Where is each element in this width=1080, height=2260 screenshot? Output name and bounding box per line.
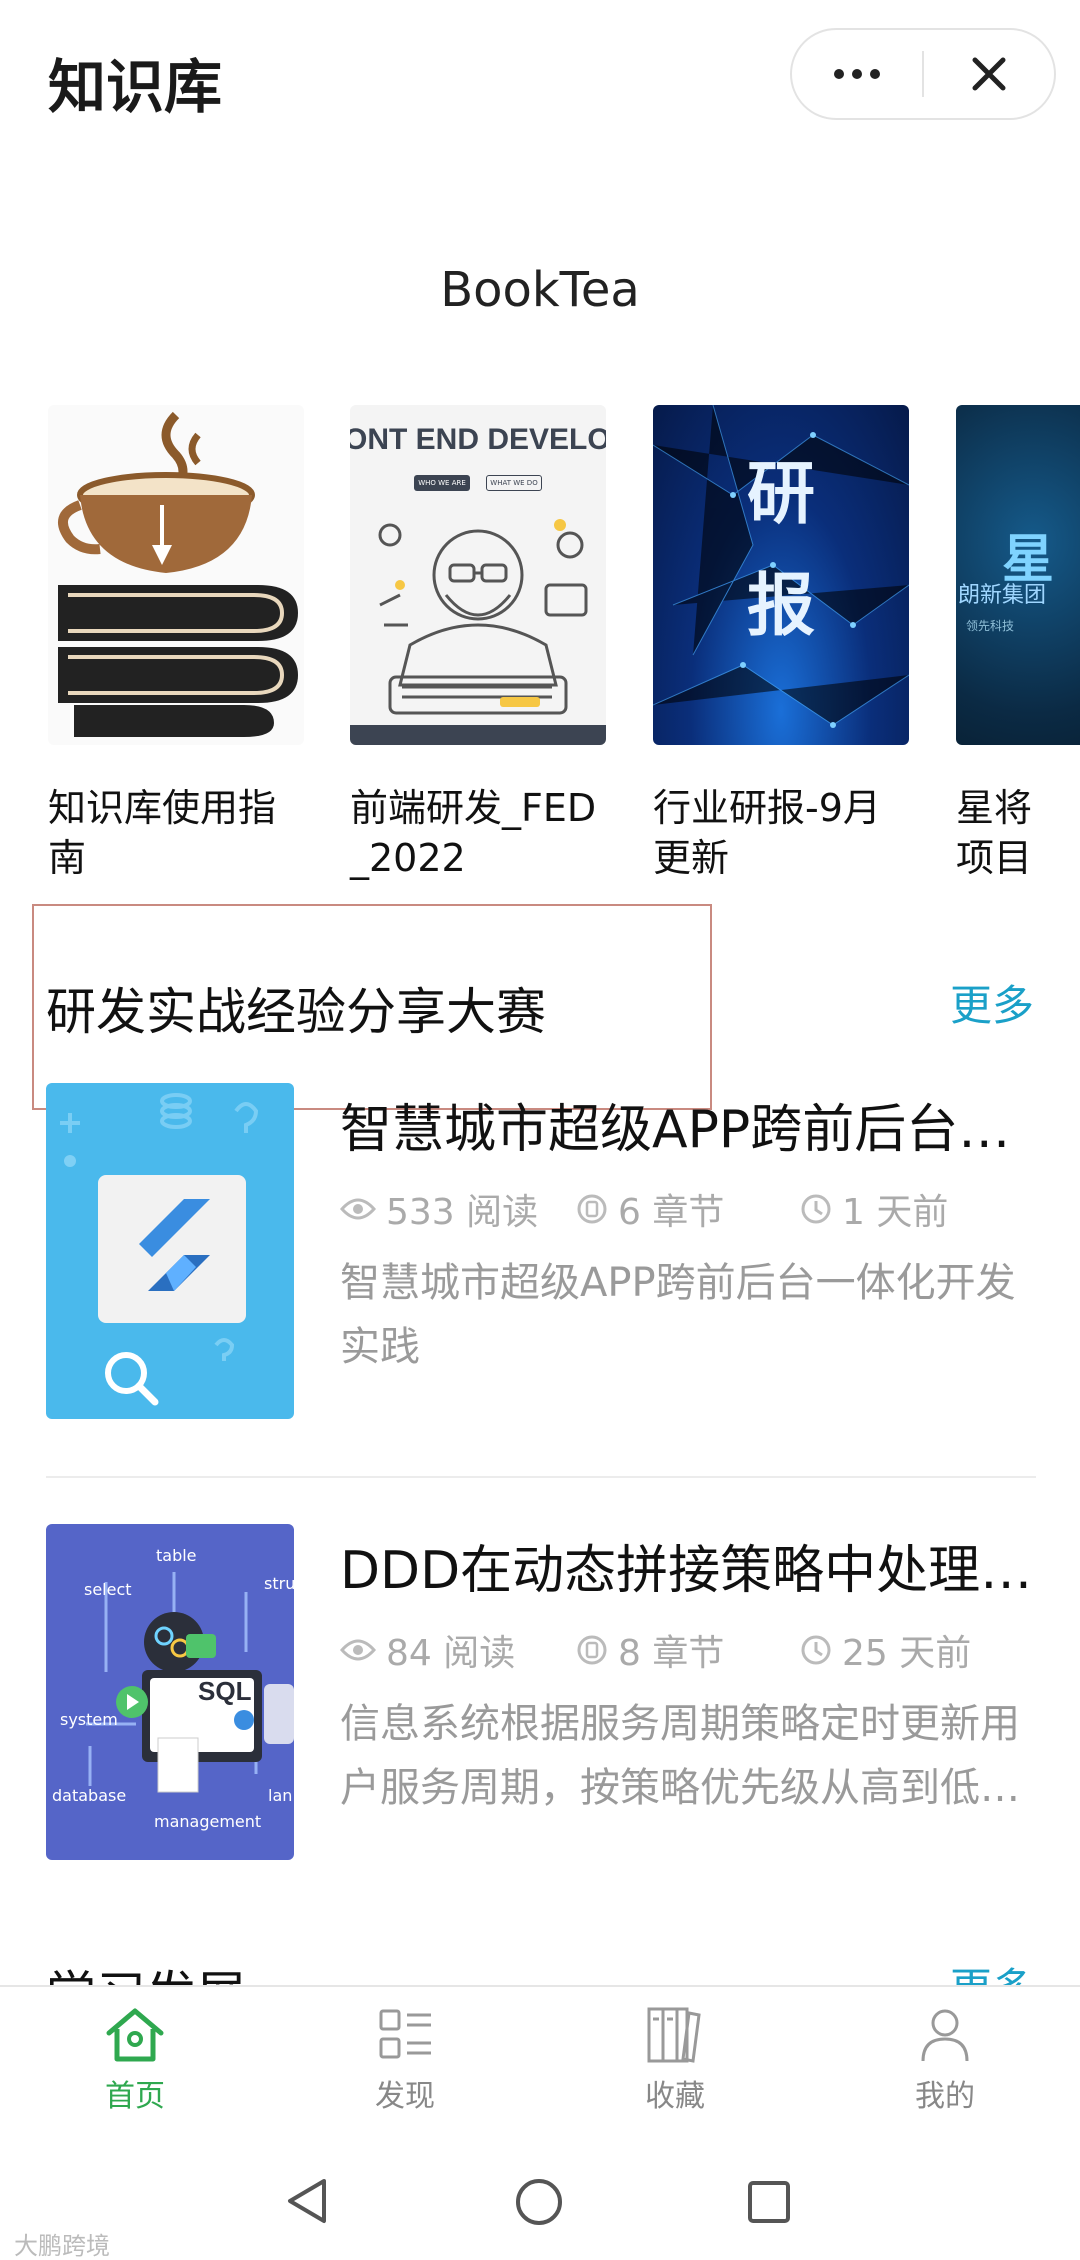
thumb-word: database [52,1786,127,1805]
article-thumbnail: table select stru system SQL database la… [46,1524,294,1860]
book-title: 知识库使用指南 [48,786,277,880]
read-count: 84 阅读 [340,1624,515,1676]
tab-home[interactable]: 首页 [0,1997,270,2127]
book-cover: 研报 [653,405,909,745]
publish-time: 1 天前 [800,1183,948,1235]
article-meta: 84 阅读 8 章节 25 天前 [340,1624,1040,1674]
brand-name: BookTea [440,262,640,318]
book-card[interactable]: 星 朗新集团 领先科技 星将项目 [956,405,1080,883]
thumb-word: SQL [198,1676,252,1706]
cover-small-text: 领先科技 [966,619,1015,633]
read-count: 533 阅读 [340,1183,538,1235]
home-circle-icon[interactable] [514,2177,564,2227]
watermark: 大鹏跨境 [14,2232,110,2260]
next-section-more-link[interactable]: 更多 [950,1955,1034,1987]
book-cover [48,405,304,745]
book-title: 前端研发_FED_2022 [350,786,597,880]
thumb-word: lan [268,1786,293,1805]
chapter-icon [577,1635,607,1665]
chapter-count-text: 6 章节 [618,1192,725,1233]
chapter-icon [577,1194,607,1224]
section-more-link[interactable]: 更多 [950,972,1034,1033]
thumb-word: stru [264,1574,294,1593]
book-cover: 星 朗新集团 领先科技 [956,405,1080,745]
article-title: 智慧城市超级APP跨前后台一体化开发实践 [340,1100,1040,1160]
publish-time: 25 天前 [800,1624,971,1676]
home-icon [106,2008,164,2062]
page: 知识库 BookTea 知识库使用指南 ONT END DEVELO WHO W… [0,0,1080,2260]
teacup-books-logo [58,411,298,737]
tab-mine[interactable]: 我的 [810,1997,1080,2127]
page-title: 知识库 [48,53,223,121]
recents-icon[interactable] [746,2179,792,2225]
tab-label: 首页 [105,2079,165,2114]
bottom-tab-bar: 首页 发现 收藏 我的 [0,1985,1080,2135]
sql-database-illustration [86,1572,294,1793]
clock-icon [801,1635,831,1665]
tab-label: 收藏 [645,2079,705,2114]
close-button[interactable] [924,30,1054,118]
chapter-count: 6 章节 [576,1183,724,1235]
publish-time-text: 1 天前 [842,1192,949,1233]
book-title: 星将项目 [956,786,1033,880]
thumb-word: system [60,1710,118,1729]
article-description: 智慧城市超级APP跨前后台一体化开发实践 [340,1260,1016,1370]
read-count-text: 84 阅读 [386,1633,516,1674]
books-icon [647,2007,701,2063]
book-card[interactable]: ONT END DEVELOPM WHO WE ARE WHAT WE DO [350,405,606,883]
annotation-box [32,904,712,1110]
cover-text: 研报 [746,455,815,646]
more-dots-icon [834,69,880,79]
chapter-count-text: 8 章节 [618,1633,725,1674]
user-icon [921,2009,969,2062]
more-options-button[interactable] [792,30,922,118]
tab-label: 我的 [915,2079,975,2114]
tab-discover[interactable]: 发现 [270,1997,540,2127]
book-cover: ONT END DEVELOPM WHO WE ARE WHAT WE DO [350,405,606,745]
book-card[interactable]: 知识库使用指南 [48,405,304,883]
system-navigation-bar [0,2135,1080,2260]
article-meta: 533 阅读 6 章节 1 天前 [340,1183,1040,1233]
thumb-word: management [154,1812,262,1831]
miniapp-capsule [790,28,1056,120]
article-thumbnail [46,1083,294,1419]
book-title: 行业研报-9月更新 [653,786,881,880]
book-carousel[interactable]: 知识库使用指南 ONT END DEVELOPM WHO WE ARE WHAT… [0,405,1080,885]
top-bar: 知识库 [0,0,1080,150]
close-icon [972,57,1006,91]
article-description: 信息系统根据服务周期策略定时更新用户服务周期，按策略优先级从高到低依次处理 [340,1701,1020,1811]
discover-icon [379,2009,431,2059]
eye-icon [340,1639,376,1661]
list-divider [46,1476,1036,1478]
thumb-word: select [84,1580,132,1599]
publish-time-text: 25 天前 [842,1633,972,1674]
read-count-text: 533 阅读 [386,1192,539,1233]
back-icon[interactable] [284,2177,330,2225]
book-card[interactable]: 研报 行业研报-9月更新 [653,405,909,883]
developer-illustration [350,519,606,745]
thumb-word: table [156,1546,197,1565]
eye-icon [340,1198,376,1220]
chapter-count: 8 章节 [576,1624,724,1676]
tab-label: 发现 [375,2079,435,2114]
article-title: DDD在动态拼接策略中处理用户服务周期 [340,1541,1040,1601]
tab-favorites[interactable]: 收藏 [540,1997,810,2127]
article-item[interactable]: 智慧城市超级APP跨前后台一体化开发实践 533 阅读 6 章节 1 天前 智慧… [46,1083,1040,1423]
clock-icon [801,1194,831,1224]
flutter-logo-illustration [60,1093,259,1406]
article-item[interactable]: table select stru system SQL database la… [46,1524,1040,1864]
cover-subtitle: 朗新集团 [958,583,1047,608]
